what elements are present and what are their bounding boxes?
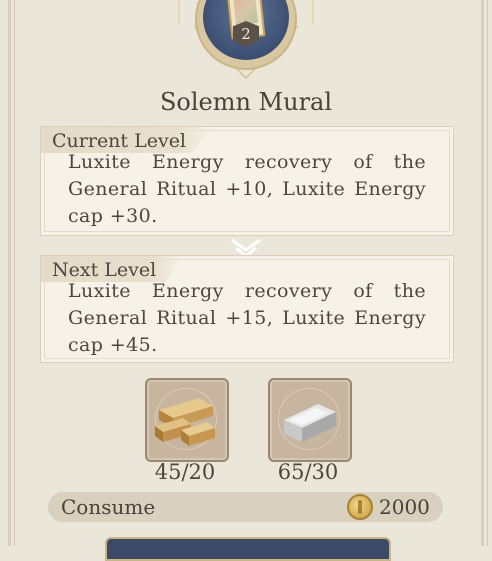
next-level-panel: Next Level Luxite Energy recovery of the… xyxy=(40,255,454,363)
frame-left-border xyxy=(8,0,15,546)
current-level-panel: Current Level Luxite Energy recovery of … xyxy=(40,126,454,236)
item-title: Solemn Mural xyxy=(159,88,333,116)
upgrade-button[interactable] xyxy=(105,537,391,561)
sparkle-icon xyxy=(178,0,180,24)
item-emblem: 2 xyxy=(176,0,316,90)
current-level-description: Luxite Energy recovery of the General Ri… xyxy=(68,151,426,227)
iron-ingot-icon xyxy=(284,404,336,442)
gold-coin-icon xyxy=(347,494,373,520)
material-count-wood: 45/20 xyxy=(154,460,216,484)
sparkle-icon xyxy=(312,0,314,24)
consume-label: Consume xyxy=(61,495,156,519)
next-level-description: Luxite Energy recovery of the General Ri… xyxy=(68,280,426,356)
material-slot-wood[interactable] xyxy=(145,378,229,462)
wood-planks-icon xyxy=(155,398,215,446)
consume-cost: 2000 xyxy=(379,495,430,519)
material-count-iron: 65/30 xyxy=(277,460,339,484)
consume-bar: Consume 2000 xyxy=(48,492,443,522)
material-slot-iron[interactable] xyxy=(268,378,352,462)
frame-right-border xyxy=(481,0,488,546)
